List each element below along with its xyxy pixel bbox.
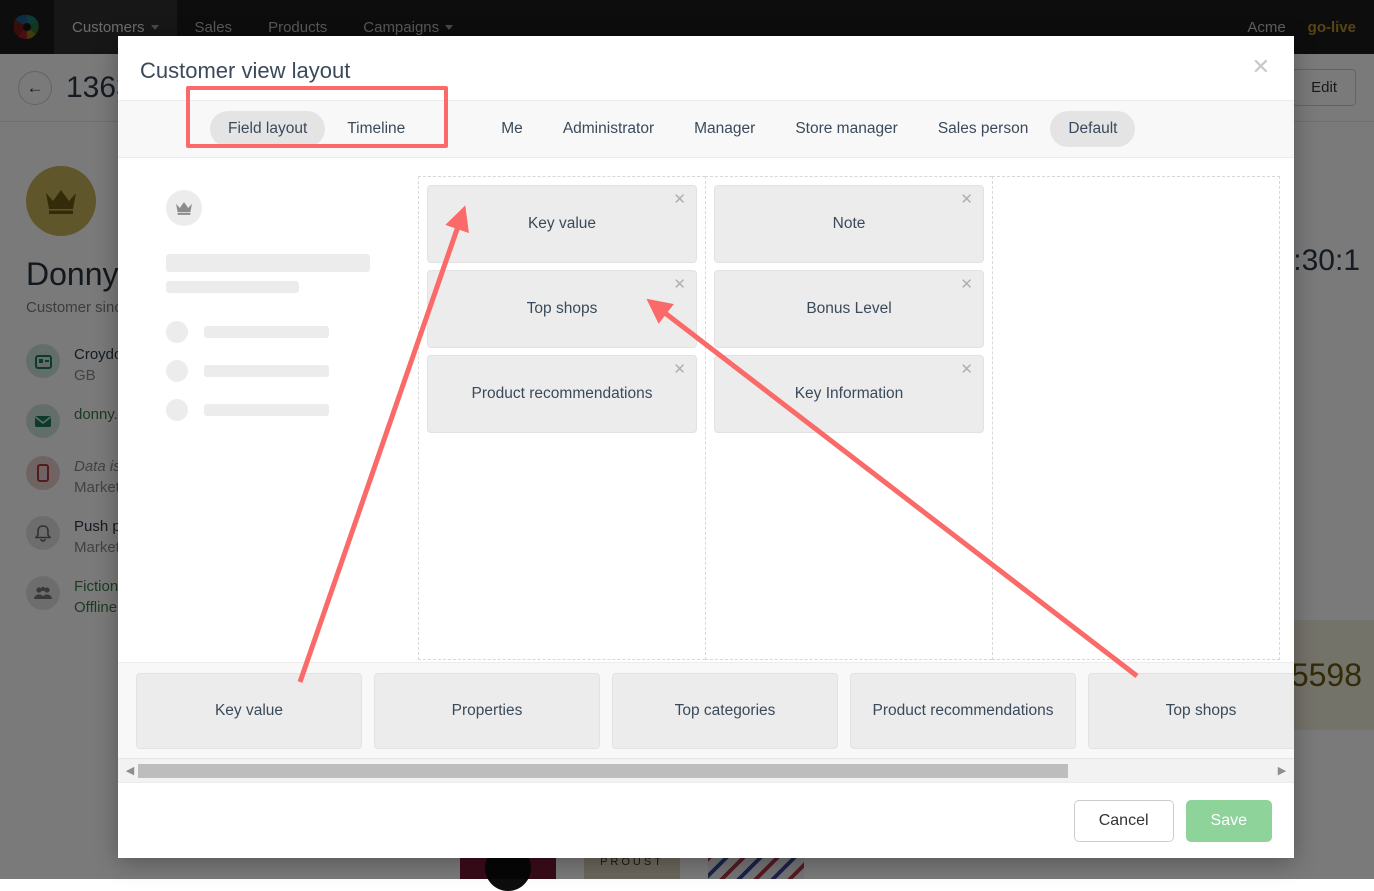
crown-icon: [175, 201, 193, 215]
palette-item-key-value[interactable]: Key value: [136, 673, 362, 749]
layout-column-3[interactable]: [992, 176, 1280, 660]
skeleton-bar: [204, 365, 329, 377]
palette-item-top-categories[interactable]: Top categories: [612, 673, 838, 749]
skeleton-bar: [204, 404, 329, 416]
layout-grid: Key value ✕ Top shops ✕ Product recommen…: [418, 176, 1280, 660]
layout-card-label: Bonus Level: [806, 300, 891, 318]
layout-card[interactable]: Key value ✕: [427, 185, 697, 263]
tab-default[interactable]: Default: [1050, 111, 1135, 147]
layout-card-label: Key value: [528, 215, 596, 233]
palette-horizontal-scrollbar[interactable]: ◀ ▶: [118, 758, 1294, 782]
palette-item-properties[interactable]: Properties: [374, 673, 600, 749]
close-icon[interactable]: ✕: [1246, 52, 1276, 82]
close-icon[interactable]: ✕: [960, 362, 973, 377]
layout-card[interactable]: Key Information ✕: [714, 355, 984, 433]
skeleton-line: [166, 254, 370, 272]
chevron-left-icon[interactable]: ◀: [122, 764, 138, 777]
skeleton-row: [166, 360, 394, 382]
annotation-highlight-box: [186, 86, 448, 148]
save-button[interactable]: Save: [1186, 800, 1272, 842]
skeleton-line: [166, 281, 299, 293]
skeleton-dot: [166, 399, 188, 421]
palette-item-product-recommendations[interactable]: Product recommendations: [850, 673, 1076, 749]
layout-card-label: Note: [833, 215, 866, 233]
scrollbar-thumb[interactable]: [138, 764, 1068, 778]
close-icon[interactable]: ✕: [673, 192, 686, 207]
close-icon[interactable]: ✕: [960, 192, 973, 207]
close-icon[interactable]: ✕: [673, 277, 686, 292]
avatar: [166, 190, 202, 226]
skeleton-row: [166, 321, 394, 343]
widget-palette: Key value Properties Top categories Prod…: [118, 662, 1294, 758]
tab-me[interactable]: Me: [483, 111, 541, 147]
skeleton-dot: [166, 360, 188, 382]
layout-column-1[interactable]: Key value ✕ Top shops ✕ Product recommen…: [418, 176, 705, 660]
layout-card[interactable]: Bonus Level ✕: [714, 270, 984, 348]
palette-item-top-shops[interactable]: Top shops: [1088, 673, 1294, 749]
tab-store-manager[interactable]: Store manager: [777, 111, 916, 147]
layout-card[interactable]: Note ✕: [714, 185, 984, 263]
customer-view-layout-dialog: Customer view layout ✕ Field layout Time…: [118, 36, 1294, 858]
dialog-title: Customer view layout: [140, 58, 1268, 84]
layout-card[interactable]: Top shops ✕: [427, 270, 697, 348]
layout-card[interactable]: Product recommendations ✕: [427, 355, 697, 433]
layout-card-label: Product recommendations: [472, 385, 653, 403]
tab-manager[interactable]: Manager: [676, 111, 773, 147]
widget-palette-section: Key value Properties Top categories Prod…: [118, 662, 1294, 782]
skeleton-bar: [204, 326, 329, 338]
dialog-body: Key value ✕ Top shops ✕ Product recommen…: [118, 158, 1294, 782]
layout-column-2[interactable]: Note ✕ Bonus Level ✕ Key Information ✕: [705, 176, 992, 660]
dialog-footer: Cancel Save: [118, 782, 1294, 858]
chevron-right-icon[interactable]: ▶: [1274, 764, 1290, 777]
skeleton-dot: [166, 321, 188, 343]
close-icon[interactable]: ✕: [673, 362, 686, 377]
layout-card-label: Top shops: [527, 300, 598, 318]
cancel-button[interactable]: Cancel: [1074, 800, 1174, 842]
skeleton-row: [166, 399, 394, 421]
layout-card-label: Key Information: [795, 385, 904, 403]
tab-administrator[interactable]: Administrator: [545, 111, 672, 147]
scrollbar-track[interactable]: [138, 764, 1274, 778]
close-icon[interactable]: ✕: [960, 277, 973, 292]
tab-sales-person[interactable]: Sales person: [920, 111, 1046, 147]
